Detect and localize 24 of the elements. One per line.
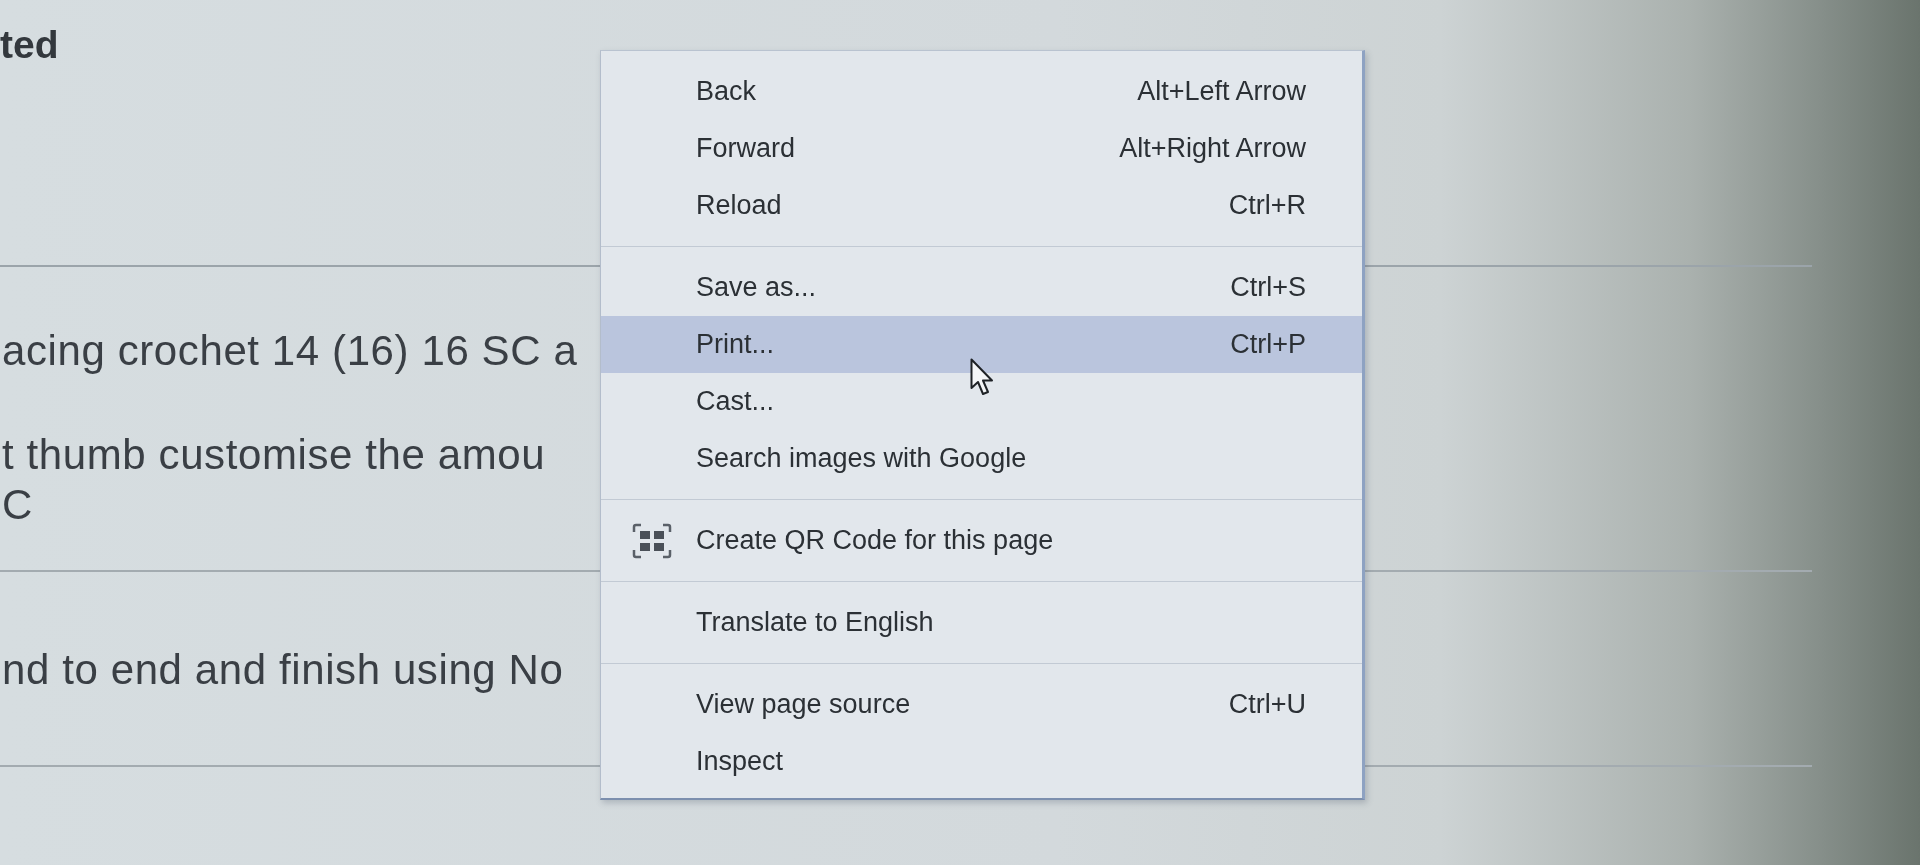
menu-item[interactable]: Reload Ctrl+R: [601, 177, 1362, 234]
body-text: C: [2, 480, 33, 530]
menu-item[interactable]: Translate to English: [601, 594, 1362, 651]
keyboard-shortcut: Alt+Right Arrow: [1119, 133, 1306, 164]
menu-item[interactable]: Back Alt+Left Arrow: [601, 63, 1362, 120]
mouse-pointer-icon: [970, 358, 994, 396]
menu-item[interactable]: Save as... Ctrl+S: [601, 259, 1362, 316]
menu-item[interactable]: Create QR Code for this page: [601, 512, 1362, 569]
keyboard-shortcut: Ctrl+S: [1230, 272, 1306, 303]
menu-item[interactable]: Forward Alt+Right Arrow: [601, 120, 1362, 177]
keyboard-shortcut: Ctrl+U: [1228, 689, 1306, 720]
qr-code-icon: [632, 522, 672, 559]
section-heading: ted: [0, 23, 59, 67]
menu-item[interactable]: Print... Ctrl+P: [601, 316, 1362, 373]
menu-item[interactable]: Cast...: [601, 373, 1362, 430]
keyboard-shortcut: Alt+Left Arrow: [1137, 76, 1306, 107]
keyboard-shortcut: Ctrl+P: [1230, 329, 1306, 360]
menu-item[interactable]: View page source Ctrl+U: [601, 676, 1362, 733]
keyboard-shortcut: Ctrl+R: [1228, 190, 1306, 221]
menu-item[interactable]: Search images with Google: [601, 430, 1362, 487]
body-text: t thumb customise the amou: [2, 430, 546, 480]
menu-item[interactable]: Inspect: [601, 733, 1362, 790]
body-text: acing crochet 14 (16) 16 SC a: [2, 326, 578, 376]
body-text: nd to end and finish using No: [2, 645, 564, 695]
